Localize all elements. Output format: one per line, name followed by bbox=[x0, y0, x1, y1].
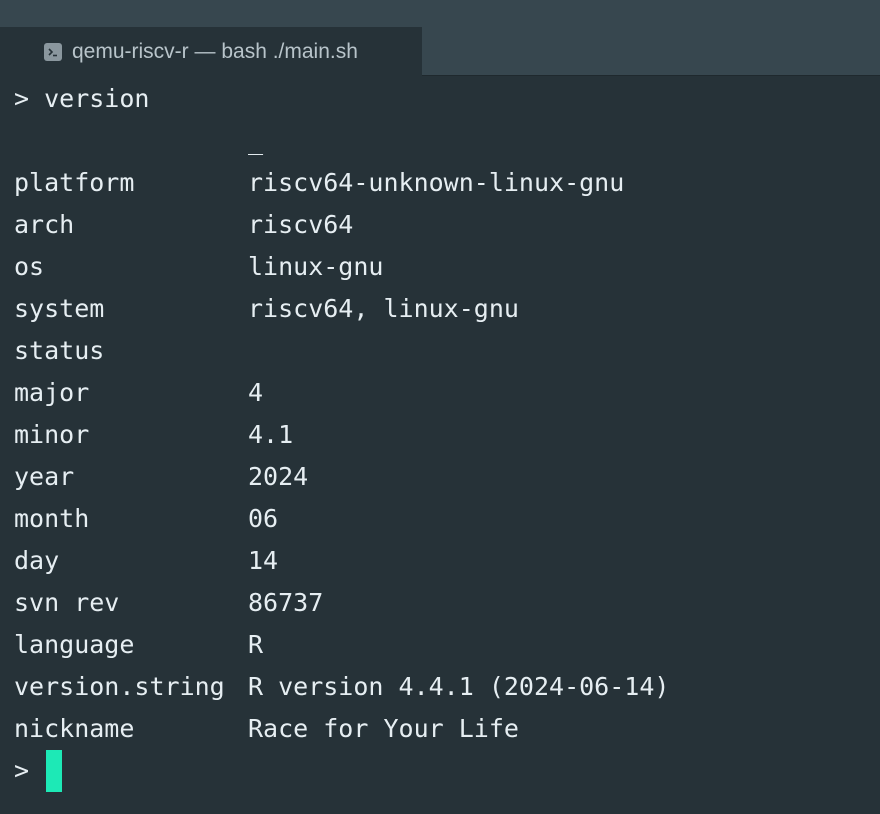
row-value: 4 bbox=[248, 378, 264, 407]
row-value: Race for Your Life bbox=[248, 714, 519, 743]
row-key: month bbox=[14, 504, 90, 533]
row-key: svn rev bbox=[14, 588, 120, 617]
row-key: minor bbox=[14, 420, 90, 449]
row-key: nickname bbox=[14, 714, 135, 743]
row-key: language bbox=[14, 630, 135, 659]
row-value: 14 bbox=[248, 546, 279, 575]
row-value: riscv64 bbox=[248, 210, 354, 239]
command-line: > version bbox=[14, 84, 150, 113]
row-value: R version 4.4.1 (2024-06-14) bbox=[248, 672, 670, 701]
row-key: major bbox=[14, 378, 90, 407]
terminal-window: qemu-riscv-r — bash ./main.sh > version … bbox=[0, 0, 880, 814]
row-key: os bbox=[14, 252, 45, 281]
row-key: version.string bbox=[14, 672, 225, 701]
terminal-icon bbox=[44, 42, 62, 61]
row-value: 2024 bbox=[248, 462, 309, 491]
row-value: 4.1 bbox=[248, 420, 294, 449]
row-value: R bbox=[248, 630, 264, 659]
tab-main[interactable]: qemu-riscv-r — bash ./main.sh bbox=[0, 27, 422, 76]
prompt-symbol: > bbox=[14, 756, 30, 785]
row-value: linux-gnu bbox=[248, 252, 384, 281]
row-value: 86737 bbox=[248, 588, 324, 617]
row-key: system bbox=[14, 294, 105, 323]
row-key: year bbox=[14, 462, 75, 491]
separator-line: _ bbox=[248, 126, 264, 155]
terminal-cursor bbox=[46, 750, 62, 792]
row-value: 06 bbox=[248, 504, 279, 533]
row-key: platform bbox=[14, 168, 135, 197]
tab-bar: qemu-riscv-r — bash ./main.sh bbox=[0, 27, 880, 76]
tab-title: qemu-riscv-r — bash ./main.sh bbox=[72, 39, 358, 63]
title-bar bbox=[0, 0, 880, 27]
row-value: riscv64, linux-gnu bbox=[248, 294, 519, 323]
terminal-output[interactable]: > version _ platform riscv64-unknown-linu… bbox=[0, 78, 880, 814]
row-key: status bbox=[14, 336, 105, 365]
row-key: arch bbox=[14, 210, 75, 239]
row-value: riscv64-unknown-linux-gnu bbox=[248, 168, 625, 197]
row-key: day bbox=[14, 546, 60, 575]
